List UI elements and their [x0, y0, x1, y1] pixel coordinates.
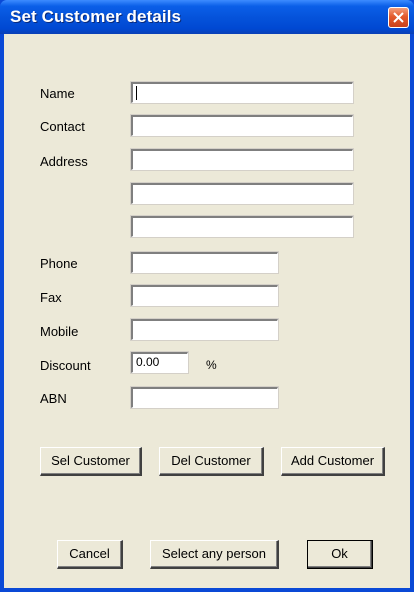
- abn-field[interactable]: [131, 387, 278, 408]
- window-title: Set Customer details: [10, 7, 182, 26]
- abn-label: ABN: [40, 391, 67, 406]
- select-any-person-button[interactable]: Select any person: [150, 540, 279, 569]
- dialog-window: Set Customer details Name Contact Addres…: [0, 0, 414, 592]
- add-customer-button[interactable]: Add Customer: [281, 447, 385, 476]
- contact-field[interactable]: [131, 115, 353, 136]
- del-customer-button[interactable]: Del Customer: [159, 447, 264, 476]
- text-caret: [136, 86, 137, 100]
- discount-label: Discount: [40, 358, 91, 373]
- cancel-button[interactable]: Cancel: [57, 540, 123, 569]
- name-label: Name: [40, 86, 75, 101]
- fax-label: Fax: [40, 290, 62, 305]
- address-line3-field[interactable]: [131, 216, 353, 237]
- name-field[interactable]: [131, 82, 353, 103]
- sel-customer-button[interactable]: Sel Customer: [40, 447, 142, 476]
- close-icon: [393, 12, 404, 23]
- mobile-label: Mobile: [40, 324, 79, 339]
- dialog-body: Name Contact Address Phone Fax Mobile Di…: [4, 34, 410, 588]
- phone-label: Phone: [40, 256, 78, 271]
- ok-button[interactable]: Ok: [307, 540, 373, 569]
- percent-sign: %: [206, 358, 217, 372]
- discount-field[interactable]: 0.00: [131, 352, 188, 373]
- contact-label: Contact: [40, 119, 85, 134]
- phone-field[interactable]: [131, 252, 278, 273]
- title-bar[interactable]: Set Customer details: [0, 0, 414, 34]
- address-label: Address: [40, 154, 88, 169]
- address-line1-field[interactable]: [131, 149, 353, 170]
- address-line2-field[interactable]: [131, 183, 353, 204]
- close-button[interactable]: [388, 7, 409, 28]
- discount-value: 0.00: [136, 355, 160, 369]
- mobile-field[interactable]: [131, 319, 278, 340]
- fax-field[interactable]: [131, 285, 278, 306]
